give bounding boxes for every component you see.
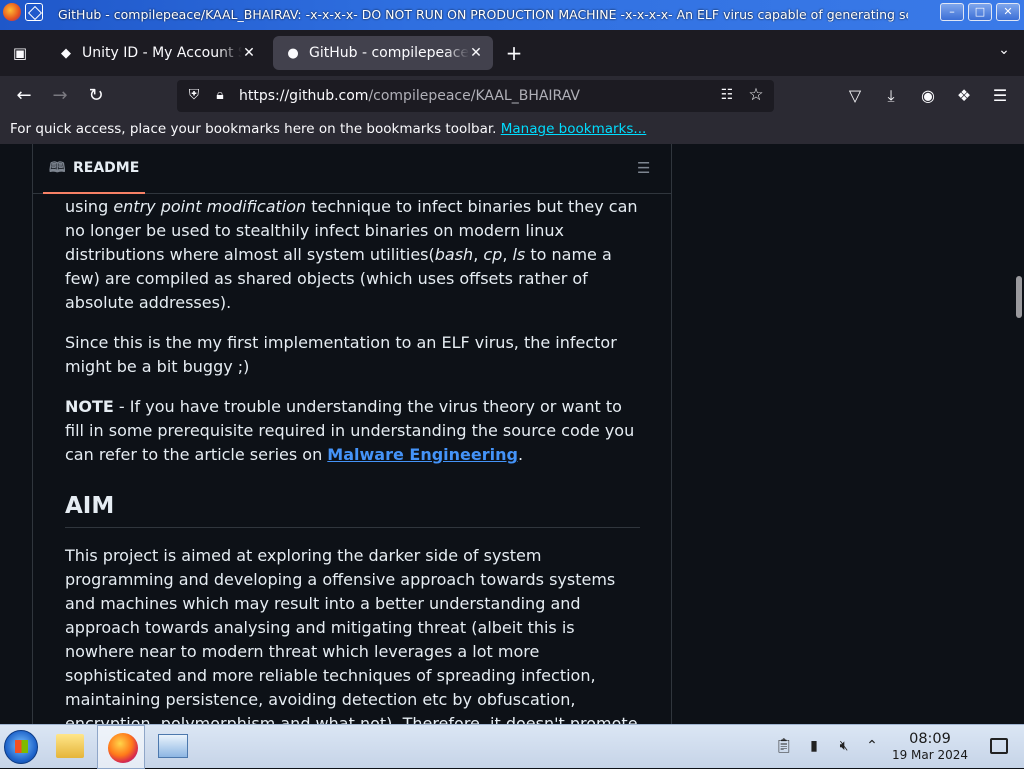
emphasis-text: ls: [512, 245, 526, 264]
taskbar-firefox[interactable]: [97, 725, 145, 769]
paragraph-note: NOTE - If you have trouble understanding…: [65, 395, 640, 467]
reader-view-icon[interactable]: ☷: [718, 87, 736, 105]
address-bar[interactable]: ⛨ 🔒︎ https://github.com/compilepeace/KAA…: [177, 80, 774, 112]
tab-close-icon[interactable]: ✕: [467, 44, 485, 62]
tab-unity-id[interactable]: ◆ Unity ID - My Account Se ✕: [46, 36, 266, 70]
clipboard-tray-icon[interactable]: 📋︎: [775, 737, 793, 755]
taskbar-clock[interactable]: 08:09 19 Mar 2024: [884, 731, 976, 763]
page-viewport: 🕮︎ README ☰ using entry point modificati…: [0, 144, 1024, 724]
tab-close-icon[interactable]: ✕: [240, 44, 258, 62]
new-tab-button[interactable]: +: [503, 42, 525, 64]
taskbar-control-panel[interactable]: [148, 725, 196, 769]
emphasis-text: bash: [434, 245, 474, 264]
text-run: using: [65, 197, 114, 216]
table-of-contents-icon[interactable]: ☰: [637, 160, 655, 176]
bookmarks-hint: For quick access, place your bookmarks h…: [10, 121, 497, 137]
scrollbar-thumb[interactable]: [1016, 276, 1022, 318]
window-title: GitHub - compilepeace/KAAL_BHAIRAV: -x-x…: [58, 7, 908, 22]
taskbar-file-manager[interactable]: [46, 725, 94, 769]
muted-volume-icon[interactable]: 🔇︎: [835, 737, 853, 755]
minimize-button[interactable]: –: [940, 3, 964, 21]
clock-time: 08:09: [909, 731, 951, 747]
tab-title: GitHub - compilepeace/K: [309, 45, 469, 61]
tab-bar: ▣ ◆ Unity ID - My Account Se ✕ ● GitHub …: [0, 30, 1024, 76]
github-favicon-icon: ●: [287, 45, 299, 61]
chevron-up-icon[interactable]: ⌃: [863, 737, 881, 755]
tab-github[interactable]: ● GitHub - compilepeace/K ✕: [273, 36, 493, 70]
tracking-shield-icon[interactable]: ⛨: [185, 87, 203, 105]
url-path: /compilepeace/KAAL_BHAIRAV: [368, 88, 580, 104]
firefox-view-icon[interactable]: ▣: [8, 41, 32, 65]
window-menu-icon[interactable]: [25, 3, 43, 21]
window-controls: – □ ✕: [940, 3, 1020, 21]
bookmark-star-icon[interactable]: ☆: [746, 85, 766, 105]
paragraph-entry-point: using entry point modification technique…: [65, 195, 640, 315]
navigation-toolbar: ← → ↻ ⛨ 🔒︎ https://github.com/compilepea…: [0, 76, 1024, 116]
show-desktop-icon[interactable]: [990, 738, 1008, 754]
readme-header: 🕮︎ README ☰: [33, 144, 671, 194]
hamburger-menu-icon[interactable]: ☰: [988, 84, 1012, 108]
close-window-button[interactable]: ✕: [996, 3, 1020, 21]
forward-arrow-icon[interactable]: →: [48, 84, 72, 108]
emphasis-text: entry point modification: [113, 197, 307, 216]
url-text[interactable]: https://github.com/compilepeace/KAAL_BHA…: [239, 88, 580, 104]
note-label: NOTE: [65, 397, 114, 416]
bookmarks-toolbar: For quick access, place your bookmarks h…: [0, 116, 1024, 144]
window-titlebar: GitHub - compilepeace/KAAL_BHAIRAV: -x-x…: [0, 0, 1024, 30]
lock-icon[interactable]: 🔒︎: [211, 87, 229, 105]
emphasis-text: cp: [483, 245, 503, 264]
paragraph-aim: This project is aimed at exploring the d…: [65, 546, 638, 724]
clock-date: 19 Mar 2024: [891, 748, 969, 762]
start-button[interactable]: [4, 730, 38, 764]
text-run: ,: [473, 245, 484, 264]
aim-heading: AIM: [65, 491, 640, 528]
readme-tab[interactable]: 🕮︎ README: [43, 144, 146, 194]
page-scrollbar[interactable]: [1014, 144, 1024, 724]
pocket-icon[interactable]: ▽: [843, 84, 867, 108]
url-host: https://github.com: [239, 88, 369, 104]
readme-article: using entry point modification technique…: [65, 195, 640, 724]
text-run: .: [517, 445, 524, 464]
downloads-icon[interactable]: ⤓: [879, 84, 903, 108]
back-arrow-icon[interactable]: ←: [12, 84, 36, 108]
maximize-button[interactable]: □: [968, 3, 992, 21]
book-icon: 🕮︎: [49, 160, 66, 176]
folder-icon: [56, 734, 84, 758]
firefox-icon: [108, 733, 138, 763]
control-panel-icon: [158, 734, 188, 758]
chevron-down-icon[interactable]: ⌄: [994, 42, 1014, 62]
readme-tab-label: README: [73, 160, 140, 176]
reload-icon[interactable]: ↻: [84, 84, 108, 108]
manage-bookmarks-link[interactable]: Manage bookmarks...: [501, 121, 647, 137]
firefox-app-icon[interactable]: [3, 3, 21, 21]
paragraph-first-implementation: Since this is the my first implementatio…: [65, 333, 617, 376]
unity-favicon-icon: ◆: [61, 45, 71, 61]
extensions-icon[interactable]: ❖: [952, 84, 976, 108]
text-run: ,: [502, 245, 513, 264]
tab-title: Unity ID - My Account Se: [82, 45, 242, 61]
battery-tray-icon[interactable]: ▮: [805, 737, 823, 755]
account-icon[interactable]: ◉: [916, 84, 940, 108]
os-taskbar: 📋︎ ▮ 🔇︎ ⌃ 08:09 19 Mar 2024: [0, 724, 1024, 769]
malware-engineering-link[interactable]: Malware Engineering: [327, 445, 518, 464]
